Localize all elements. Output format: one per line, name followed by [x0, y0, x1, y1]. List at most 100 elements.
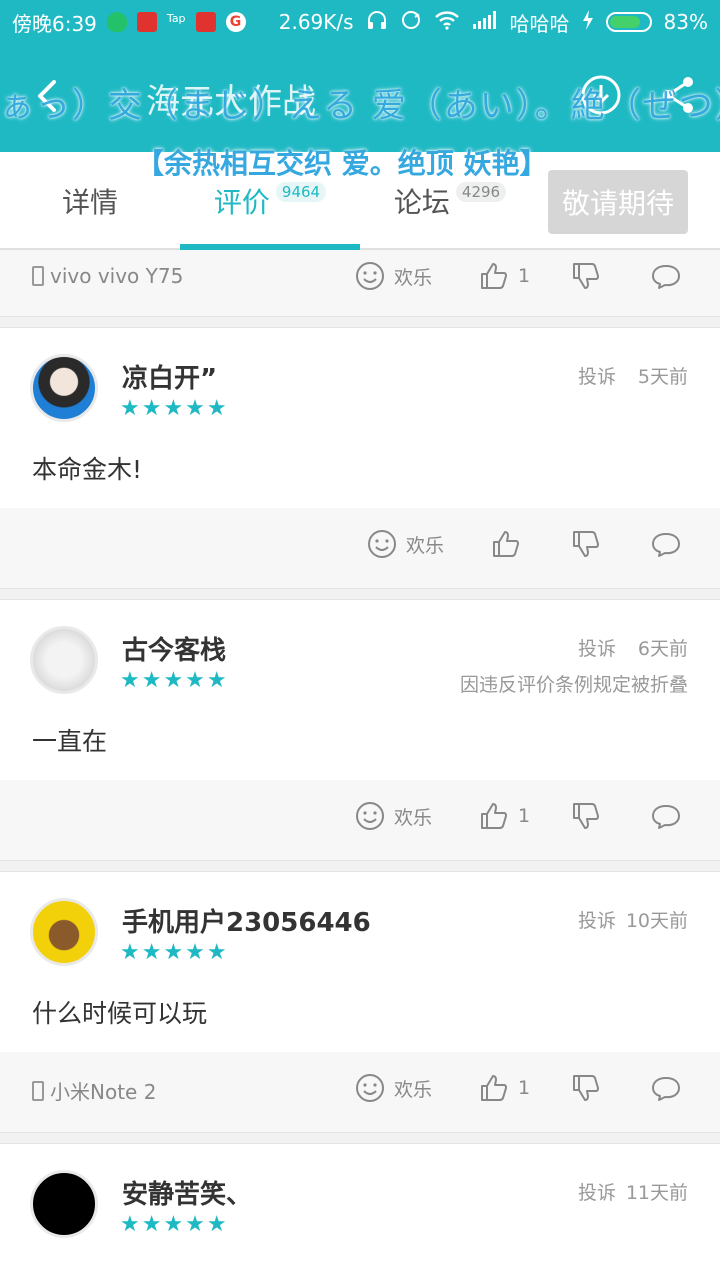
review-content: 什么时候可以玩	[32, 999, 208, 1028]
card-separator	[0, 1132, 720, 1144]
top-header: 傍晚6:39 Tap G 2.69K/s 哈哈哈 83% 海元大作战	[0, 0, 720, 152]
lyric-overlay-line1: ぁっ）交（まじ）える 爱（あい）。絶（ぜつ）艶	[0, 86, 720, 126]
thumbs-up-icon	[481, 1075, 507, 1101]
happy-label: 欢乐	[394, 266, 433, 289]
review-time: 5天前	[637, 366, 688, 388]
avatar[interactable]	[30, 1170, 98, 1238]
like-button[interactable]	[490, 528, 522, 560]
comment-button[interactable]	[650, 1072, 682, 1104]
like-count: 1	[518, 1077, 531, 1099]
comment-button[interactable]	[650, 528, 682, 560]
dislike-button[interactable]	[570, 800, 602, 832]
happy-reaction-button[interactable]: 欢乐	[366, 528, 444, 560]
review-feed: vivo vivo Y75 欢乐 1 凉白开” ★★★★★ 投诉 5天前 本命金…	[0, 250, 720, 1280]
review-username[interactable]: 凉白开”	[122, 358, 217, 395]
security-shield-icon	[106, 12, 127, 32]
comment-bubble-icon	[652, 805, 680, 829]
happy-reaction-button[interactable]: 欢乐	[354, 260, 432, 292]
headphone-icon	[366, 9, 388, 36]
wifi-icon	[434, 9, 460, 36]
like-button[interactable]: 1	[478, 1072, 530, 1104]
carrier-name: 哈哈哈	[509, 11, 570, 36]
tab-label: 论坛	[393, 186, 450, 219]
happy-reaction-button[interactable]: 欢乐	[354, 800, 432, 832]
device-name: 小米Note 2	[50, 1080, 157, 1104]
avatar[interactable]	[30, 898, 98, 966]
device-info: 小米Note 2	[32, 1076, 156, 1105]
device-info: vivo vivo Y75	[32, 264, 183, 288]
rating-stars: ★★★★★	[120, 1212, 229, 1237]
avatar[interactable]	[30, 626, 98, 694]
review-username[interactable]: 安静苦笑、	[122, 1174, 252, 1211]
smiley-icon	[368, 530, 396, 558]
review-card: 手机用户23056446 ★★★★★ 投诉 10天前 什么时候可以玩 小米Not…	[0, 872, 720, 1132]
avatar[interactable]	[30, 354, 98, 422]
thumbs-up-icon	[481, 263, 507, 289]
tab-label: 评价	[213, 186, 270, 219]
report-link[interactable]: 投诉	[578, 634, 616, 661]
app-notification-icon	[195, 12, 216, 32]
thumbs-down-icon	[573, 531, 599, 557]
happy-label: 欢乐	[394, 1078, 433, 1101]
rating-stars: ★★★★★	[120, 668, 229, 693]
charging-icon	[582, 9, 594, 35]
card-separator	[0, 860, 720, 872]
happy-label: 欢乐	[394, 806, 433, 829]
dislike-button[interactable]	[570, 260, 602, 292]
taptap-icon: Tap	[166, 12, 186, 25]
lyric-overlay-line2: 【余热相互交织 爱。绝顶 妖艳】	[136, 147, 548, 180]
network-speed: 2.69K/s	[278, 10, 354, 34]
phone-icon	[32, 266, 44, 286]
review-time: 11天前	[625, 1182, 688, 1204]
comment-button[interactable]	[650, 260, 682, 292]
happy-reaction-button[interactable]: 欢乐	[354, 1072, 432, 1104]
report-link[interactable]: 投诉	[578, 906, 616, 933]
review-action-bar: 欢乐 1	[0, 780, 720, 860]
card-separator	[0, 588, 720, 600]
sync-icon	[400, 9, 422, 36]
report-link[interactable]: 投诉	[578, 1178, 616, 1205]
review-username[interactable]: 古今客栈	[122, 630, 226, 667]
dislike-button[interactable]	[570, 1072, 602, 1104]
thumbs-up-icon	[493, 531, 519, 557]
thumbs-down-icon	[573, 263, 599, 289]
review-username[interactable]: 手机用户23056446	[122, 902, 371, 939]
phone-icon	[32, 1080, 44, 1101]
smiley-icon	[356, 802, 384, 830]
comment-bubble-icon	[652, 265, 680, 289]
battery-icon	[605, 12, 652, 32]
review-action-bar: 小米Note 2 欢乐 1	[0, 1052, 720, 1132]
tab-label: 详情	[61, 186, 118, 219]
rating-stars: ★★★★★	[120, 940, 229, 965]
like-button[interactable]: 1	[478, 800, 530, 832]
like-button[interactable]: 1	[478, 260, 530, 292]
review-time: 10天前	[625, 910, 688, 932]
review-card: 古今客栈 ★★★★★ 投诉 6天前 因违反评价条例规定被折叠 一直在 欢乐 1	[0, 600, 720, 860]
rating-stars: ★★★★★	[120, 396, 229, 421]
review-card: 安静苦笑、 ★★★★★ 投诉 11天前	[0, 1144, 720, 1280]
review-action-bar: vivo vivo Y75 欢乐 1	[0, 250, 720, 316]
tab-count-badge: 4296	[455, 182, 507, 202]
battery-percent: 83%	[663, 10, 708, 34]
review-content: 一直在	[32, 727, 108, 756]
comment-button[interactable]	[650, 800, 682, 832]
card-separator	[0, 316, 720, 328]
report-link[interactable]: 投诉	[578, 362, 616, 389]
like-count: 1	[518, 805, 531, 827]
google-icon: G	[225, 12, 246, 32]
review-time: 6天前	[637, 638, 688, 660]
comment-bubble-icon	[652, 1077, 680, 1101]
review-content: 本命金木!	[32, 455, 143, 484]
thumbs-down-icon	[573, 1075, 599, 1101]
thumbs-down-icon	[573, 803, 599, 829]
smiley-icon	[356, 262, 384, 290]
review-card: 凉白开” ★★★★★ 投诉 5天前 本命金木! 欢乐	[0, 328, 720, 588]
app-notification-icon	[136, 12, 157, 32]
review-action-bar: 欢乐	[0, 508, 720, 588]
dislike-button[interactable]	[570, 528, 602, 560]
thumbs-up-icon	[481, 803, 507, 829]
coming-soon-button[interactable]: 敬请期待	[548, 170, 688, 234]
status-bar: 傍晚6:39 Tap G 2.69K/s 哈哈哈 83%	[0, 0, 720, 44]
signal-icon	[472, 10, 498, 35]
folded-notice: 因违反评价条例规定被折叠	[459, 674, 688, 696]
